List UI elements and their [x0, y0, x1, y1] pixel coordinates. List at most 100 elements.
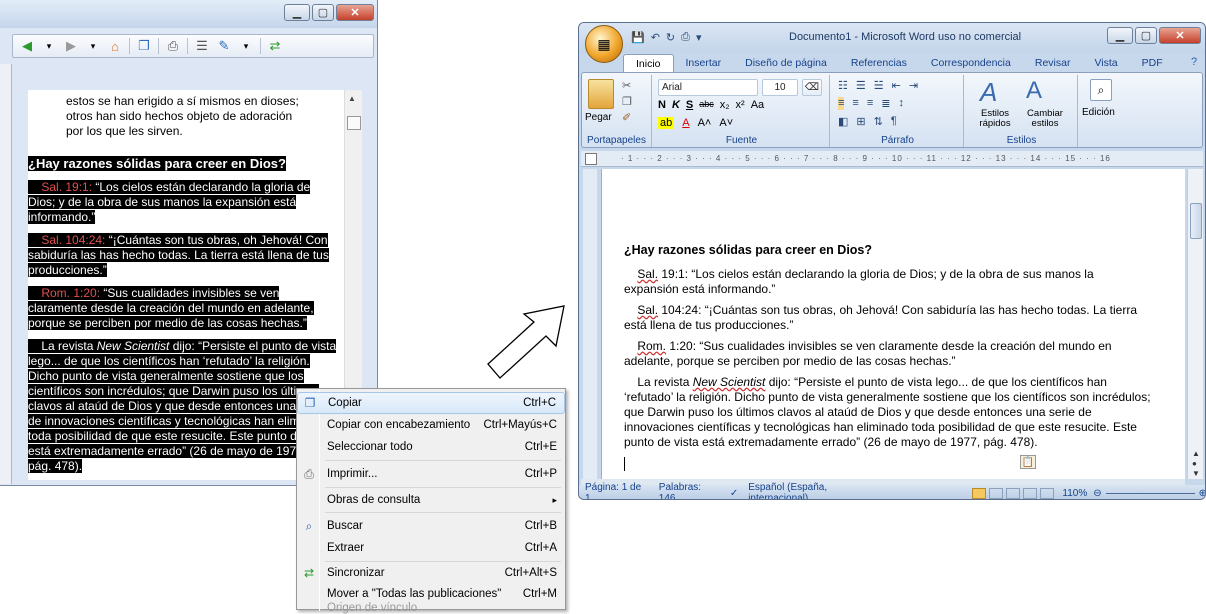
clipboard-icon[interactable] — [588, 79, 614, 109]
tab-correspondencia[interactable]: Correspondencia — [919, 54, 1023, 72]
editing-button[interactable]: Edición — [1082, 107, 1115, 118]
menu-item-reference-works[interactable]: Obras de consulta ▸ — [297, 489, 565, 511]
sort-icon[interactable]: ⇅ — [874, 115, 883, 128]
tab-selector-icon[interactable] — [585, 153, 597, 165]
highlight-color-icon[interactable]: ab — [658, 117, 675, 129]
forward-icon[interactable]: ▶ — [63, 38, 79, 54]
highlight-icon[interactable]: ✎ — [216, 38, 232, 54]
shrink-font-icon[interactable]: A˅ — [719, 117, 733, 129]
menu-item-print[interactable]: ⎙ Imprimir... Ctrl+P — [297, 463, 565, 485]
paste-button[interactable]: Pegar — [585, 112, 612, 123]
tab-diseno[interactable]: Diseño de página — [733, 54, 839, 72]
minimize-icon[interactable]: ▁ — [1107, 27, 1133, 44]
quick-print-icon[interactable]: ⎙ — [681, 31, 690, 44]
scroll-thumb[interactable] — [347, 116, 361, 130]
change-case-icon[interactable]: Aa — [751, 99, 764, 111]
menu-item-link-origin[interactable]: Origen de vínculo — [297, 602, 565, 614]
italic-icon[interactable]: K — [672, 99, 680, 111]
tab-insertar[interactable]: Insertar — [674, 54, 734, 72]
maximize-icon[interactable]: ▢ — [1135, 27, 1157, 44]
align-center-icon[interactable]: ≡ — [852, 97, 858, 110]
menu-item-sync[interactable]: ⇄ Sincronizar Ctrl+Alt+S — [297, 563, 565, 583]
menu-item-select-all[interactable]: Seleccionar todo Ctrl+E — [297, 436, 565, 458]
format-painter-icon[interactable]: ✐ — [622, 111, 631, 124]
cut-icon[interactable]: ✂ — [622, 79, 631, 92]
line-spacing-icon[interactable]: ↕ — [898, 97, 904, 110]
zoom-in-icon[interactable]: ⊕ — [1199, 488, 1205, 499]
close-icon[interactable]: ✕ — [1159, 27, 1201, 44]
browse-object-icon[interactable]: ▲ ● ▼ — [1192, 449, 1200, 479]
bullets-icon[interactable]: ☷ — [838, 79, 848, 92]
spelling-icon[interactable]: ✓ — [730, 488, 738, 499]
zoom-out-icon[interactable]: ⊖ — [1093, 488, 1101, 499]
back-dropdown-icon[interactable]: ▾ — [41, 38, 57, 54]
bold-icon[interactable]: N — [658, 99, 666, 111]
outline-icon[interactable] — [1023, 487, 1038, 499]
menu-item-copy[interactable]: ❐ Copiar Ctrl+C — [297, 392, 565, 414]
scroll-thumb[interactable] — [1190, 203, 1202, 239]
scripture-ref[interactable]: Rom. 1:20: — [41, 286, 100, 300]
menu-item-move-to-all[interactable]: Mover a "Todas las publicaciones" Ctrl+M — [297, 584, 565, 604]
justify-icon[interactable]: ≣ — [881, 97, 890, 110]
change-styles-button[interactable]: Cambiar estilos — [1020, 109, 1070, 129]
grow-font-icon[interactable]: A˄ — [698, 117, 712, 129]
columns-icon[interactable]: ☰ — [194, 38, 210, 54]
clear-format-icon[interactable]: ⌫ — [802, 79, 822, 96]
view-buttons[interactable] — [972, 487, 1055, 499]
shading-icon[interactable]: ◧ — [838, 115, 848, 128]
tab-revisar[interactable]: Revisar — [1023, 54, 1083, 72]
font-name-select[interactable]: Arial — [658, 79, 758, 96]
help-icon[interactable]: ? — [1191, 56, 1197, 68]
zoom-level[interactable]: 110% — [1062, 488, 1087, 499]
font-color-icon[interactable]: A — [682, 117, 689, 129]
qat-dropdown-icon[interactable]: ▾ — [696, 31, 702, 44]
menu-item-copy-with-heading[interactable]: Copiar con encabezamiento Ctrl+Mayús+C — [297, 414, 565, 436]
maximize-icon[interactable]: ▢ — [312, 4, 334, 21]
full-screen-icon[interactable] — [989, 487, 1004, 499]
status-page[interactable]: Página: 1 de 1 — [585, 482, 649, 499]
sync-icon[interactable]: ⇄ — [267, 38, 283, 54]
draft-icon[interactable] — [1040, 487, 1055, 499]
save-icon[interactable]: 💾 — [631, 31, 645, 44]
underline-icon[interactable]: S — [686, 99, 693, 111]
tab-pdf[interactable]: PDF — [1130, 54, 1175, 72]
menu-item-search[interactable]: ⌕ Buscar Ctrl+B — [297, 515, 565, 537]
tab-inicio[interactable]: Inicio — [623, 54, 674, 72]
change-styles-icon[interactable]: A — [1026, 77, 1042, 105]
office-button-icon[interactable]: ▦ — [585, 25, 623, 63]
borders-icon[interactable]: ⊞ — [856, 115, 865, 128]
subscript-icon[interactable]: x₂ — [720, 99, 730, 111]
superscript-icon[interactable]: x² — [736, 99, 745, 111]
quick-styles-button[interactable]: Estilos rápidos — [970, 109, 1020, 129]
status-language[interactable]: Español (España, internacional) — [748, 482, 888, 499]
zoom-slider[interactable] — [1105, 492, 1195, 494]
scripture-ref[interactable]: Sal. 19:1: — [41, 180, 92, 194]
increase-indent-icon[interactable]: ⇥ — [909, 79, 918, 92]
pilcrow-icon[interactable]: ¶ — [891, 115, 897, 128]
status-words[interactable]: Palabras: 146 — [659, 482, 720, 499]
document-page[interactable]: ¿Hay razones sólidas para creer en Dios?… — [601, 169, 1185, 479]
scroll-up-icon[interactable]: ▲ — [348, 94, 356, 103]
print-layout-icon[interactable] — [972, 487, 987, 499]
vertical-ruler[interactable] — [583, 169, 597, 479]
forward-dropdown-icon[interactable]: ▾ — [85, 38, 101, 54]
paste-options-icon[interactable]: 📋 — [1020, 455, 1036, 469]
redo-icon[interactable]: ↻ — [666, 31, 675, 44]
align-left-icon[interactable]: ≡ — [838, 97, 845, 110]
font-size-select[interactable]: 10 — [762, 79, 798, 96]
tab-referencias[interactable]: Referencias — [839, 54, 919, 72]
tab-vista[interactable]: Vista — [1082, 54, 1129, 72]
word-scrollbar[interactable]: ▲ ● ▼ — [1187, 169, 1203, 479]
minimize-icon[interactable]: ▁ — [284, 4, 310, 21]
copy-icon[interactable]: ❐ — [136, 38, 152, 54]
home-icon[interactable]: ⌂ — [107, 38, 123, 54]
scripture-ref[interactable]: Sal. 104:24: — [41, 233, 105, 247]
horizontal-ruler[interactable]: · 1 · · · 2 · · · 3 · · · 4 · · · 5 · · … — [581, 151, 1203, 167]
copy-icon[interactable]: ❐ — [622, 95, 632, 108]
strike-icon[interactable]: abc — [699, 99, 714, 111]
close-icon[interactable]: ✕ — [336, 4, 374, 21]
numbering-icon[interactable]: ☰ — [856, 79, 866, 92]
binoculars-icon[interactable]: ⌕ — [1090, 79, 1112, 101]
multilevel-icon[interactable]: ☱ — [874, 79, 884, 92]
quick-styles-icon[interactable]: A — [980, 77, 997, 108]
